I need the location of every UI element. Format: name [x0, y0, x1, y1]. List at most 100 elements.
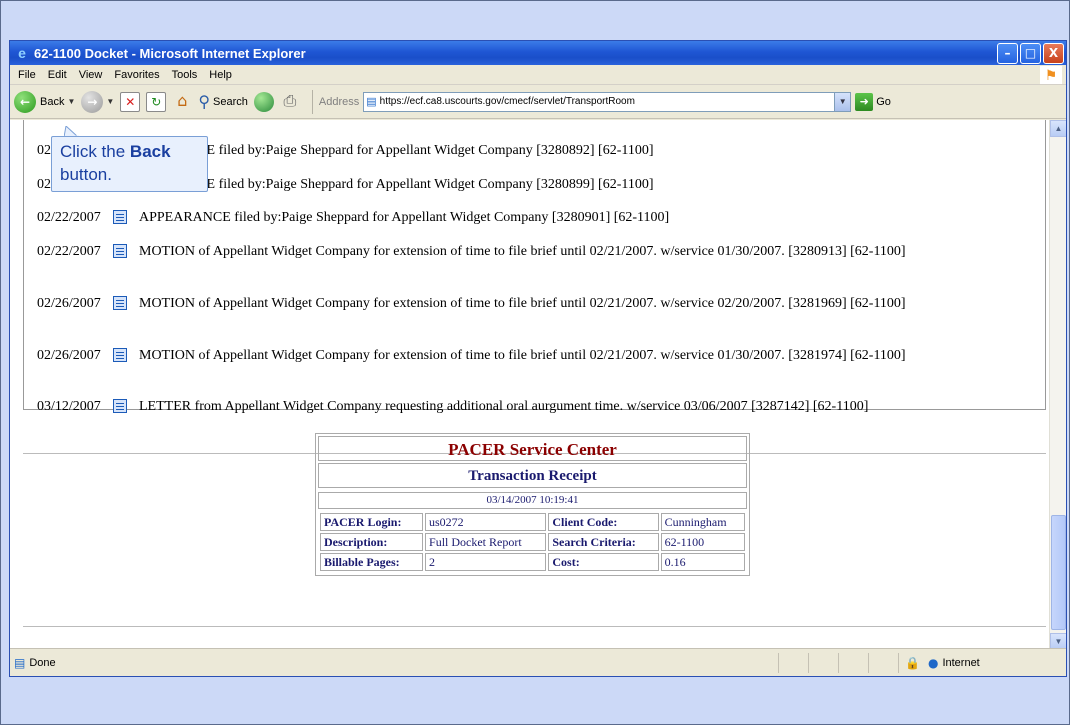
status-panel [778, 652, 808, 673]
vertical-scrollbar[interactable]: ▲ ▼ [1049, 120, 1066, 650]
minimize-button[interactable]: – [997, 42, 1018, 64]
refresh-icon[interactable]: ↻ [146, 91, 167, 112]
document-icon[interactable] [113, 296, 127, 310]
entry-date: 02/26/2007 [37, 296, 101, 311]
menu-bar: File Edit View Favorites Tools Help ⚑ [10, 65, 1066, 85]
favorites-icon[interactable] [253, 91, 274, 112]
entry-text: ANCE filed by:Paige Sheppard for Appella… [177, 143, 654, 158]
docket-entry: 02/22/2007 APPEARANCE filed by:Paige She… [37, 208, 1009, 227]
entry-text: LETTER from Appellant Widget Company req… [139, 399, 869, 414]
title-bar[interactable]: e 62-1100 Docket - Microsoft Internet Ex… [10, 41, 1066, 65]
window-title: 62-1100 Docket - Microsoft Internet Expl… [34, 45, 306, 61]
address-bar[interactable]: ▤ https://ecf.ca8.uscourts.gov/cmecf/ser… [363, 91, 852, 112]
close-button[interactable]: X [1043, 42, 1064, 64]
stop-icon[interactable]: ✕ [120, 91, 141, 112]
globe-icon: ● [927, 655, 939, 670]
menu-edit[interactable]: Edit [48, 69, 67, 81]
toolbar-divider [311, 89, 313, 114]
back-button[interactable]: ← Back ▼ [14, 90, 75, 113]
pacer-receipt: PACER Service Center Transaction Receipt… [315, 433, 750, 576]
entry-date: 02/22/2007 [37, 210, 101, 225]
status-panel [808, 652, 838, 673]
table-row: Description: Full Docket Report Search C… [320, 533, 745, 551]
entry-date: 03/12/2007 [37, 399, 101, 414]
menu-help[interactable]: Help [209, 69, 232, 81]
status-panel [868, 652, 898, 673]
receipt-value: Full Docket Report [425, 533, 547, 551]
back-dropdown-icon[interactable]: ▼ [67, 97, 75, 106]
maximize-button[interactable]: □ [1020, 42, 1041, 64]
toolbar: ← Back ▼ → ▼ ✕ ↻ ⌂ ⚲ Search ⎙ Address ▤ … [10, 85, 1066, 119]
home-icon[interactable]: ⌂ [172, 91, 192, 112]
receipt-value: Cunningham [660, 513, 745, 531]
callout-emphasis: Back [129, 142, 171, 161]
lock-icon: 🔒 [905, 655, 920, 670]
table-row: PACER Login: us0272 Client Code: Cunning… [320, 513, 745, 531]
status-text: Done [29, 656, 56, 669]
receipt-label: Cost: [548, 553, 659, 571]
back-label: Back [40, 95, 65, 108]
ie-logo-icon: e [18, 45, 26, 61]
menu-view[interactable]: View [79, 69, 103, 81]
document-icon[interactable] [113, 210, 127, 224]
entry-date: 02/22/2007 [37, 244, 101, 259]
receipt-value: 2 [425, 553, 547, 571]
docket-entry: 02/26/2007 MOTION of Appellant Widget Co… [37, 294, 1009, 313]
document-icon[interactable] [113, 399, 127, 413]
security-zone[interactable]: 🔒 ● Internet [898, 652, 1066, 673]
search-label: Search [213, 95, 248, 108]
status-bar: ▤ Done 🔒 ● Internet [10, 648, 1066, 676]
callout-line-2: button. [60, 165, 112, 184]
document-icon[interactable] [113, 348, 127, 362]
zone-label: Internet [942, 656, 980, 669]
entry-text: APPEARANCE filed by:Paige Sheppard for A… [139, 210, 670, 225]
go-arrow-icon: ➜ [855, 92, 874, 111]
print-icon[interactable]: ⎙ [280, 91, 300, 112]
receipt-title: PACER Service Center [318, 436, 747, 461]
forward-button[interactable]: → ▼ [81, 90, 114, 113]
forward-arrow-icon: → [81, 90, 104, 113]
receipt-label: Client Code: [548, 513, 659, 531]
receipt-table: PACER Login: us0272 Client Code: Cunning… [318, 511, 747, 573]
menu-tools[interactable]: Tools [172, 69, 198, 81]
forward-dropdown-icon[interactable]: ▼ [106, 97, 114, 106]
page-icon: ▤ [366, 96, 377, 108]
receipt-timestamp: 03/14/2007 10:19:41 [318, 492, 747, 509]
docket-entry: 02/22/2007 MOTION of Appellant Widget Co… [37, 242, 1009, 261]
horizontal-rule [23, 626, 1046, 627]
callout-prefix: Click the [60, 142, 130, 161]
go-label: Go [876, 95, 891, 108]
page-content: 02/ ANCE filed by:Paige Sheppard for App… [10, 120, 1051, 650]
status-panel [838, 652, 868, 673]
document-icon[interactable] [113, 244, 127, 258]
search-icon: ⚲ [198, 92, 211, 111]
instruction-callout: Click the Back button. [51, 136, 208, 192]
page-done-icon: ▤ [14, 655, 26, 670]
receipt-value: 0.16 [660, 553, 745, 571]
entry-text: MOTION of Appellant Widget Company for e… [139, 348, 906, 363]
search-button[interactable]: ⚲ Search [198, 92, 248, 111]
address-value: https://ecf.ca8.uscourts.gov/cmecf/servl… [379, 96, 635, 107]
receipt-value: us0272 [425, 513, 547, 531]
address-dropdown-icon[interactable]: ▼ [834, 92, 851, 111]
callout-line-1: Click the Back [60, 140, 199, 163]
receipt-label: PACER Login: [320, 513, 424, 531]
go-button[interactable]: ➜ Go [855, 92, 891, 111]
menu-favorites[interactable]: Favorites [114, 69, 159, 81]
docket-entry: 02/26/2007 MOTION of Appellant Widget Co… [37, 346, 1009, 365]
receipt-label: Description: [320, 533, 424, 551]
back-arrow-icon: ← [14, 90, 36, 113]
docket-entry: 03/12/2007 LETTER from Appellant Widget … [37, 397, 1009, 416]
entry-text: MOTION of Appellant Widget Company for e… [139, 296, 906, 311]
menu-file[interactable]: File [18, 69, 36, 81]
entry-text: ANCE filed by:Paige Sheppard for Appella… [177, 177, 654, 192]
entry-text: MOTION of Appellant Widget Company for e… [139, 244, 906, 259]
address-label: Address [318, 95, 360, 108]
windows-logo-icon: ⚑ [1040, 66, 1062, 84]
table-row: Billable Pages: 2 Cost: 0.16 [320, 553, 745, 571]
entry-date: 02/26/2007 [37, 348, 101, 363]
receipt-label: Search Criteria: [548, 533, 659, 551]
scrollbar-thumb[interactable] [1051, 515, 1066, 630]
receipt-label: Billable Pages: [320, 553, 424, 571]
scroll-up-icon[interactable]: ▲ [1050, 120, 1066, 137]
